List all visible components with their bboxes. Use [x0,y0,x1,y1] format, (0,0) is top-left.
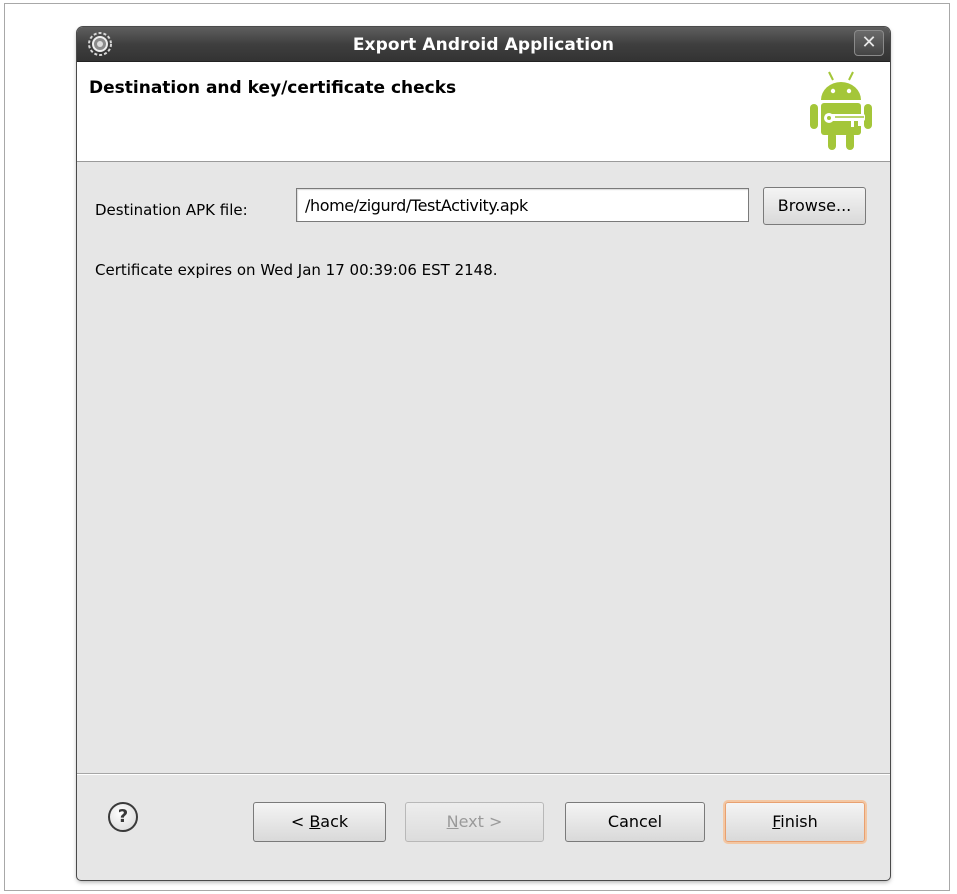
footer-separator [77,773,890,775]
title-bar[interactable]: Export Android Application ✕ [77,27,890,62]
finish-button[interactable]: Finish [725,802,865,842]
back-button[interactable]: < Back [253,802,386,842]
help-icon[interactable]: ? [108,802,138,832]
android-key-icon [810,71,872,150]
finish-label-rest: inish [780,812,818,831]
close-button[interactable]: ✕ [854,30,884,56]
next-mnemonic: N [446,812,459,831]
back-label-rest: ack [320,812,349,831]
certificate-expiry-text: Certificate expires on Wed Jan 17 00:39:… [95,261,498,279]
export-dialog: Export Android Application ✕ Destination… [77,27,890,880]
destination-apk-input[interactable] [296,188,749,222]
next-button[interactable]: Next > [405,802,544,842]
destination-label: Destination APK file: [95,201,248,219]
back-prefix: < [290,812,310,831]
next-label-rest: ext > [458,812,503,831]
window-title: Export Android Application [352,35,615,55]
cancel-button[interactable]: Cancel [565,802,705,842]
browse-button[interactable]: Browse... [763,187,866,225]
wizard-header: Destination and key/certificate checks [77,62,890,162]
back-mnemonic: B [309,812,321,831]
close-icon: ✕ [861,32,877,53]
page-title: Destination and key/certificate checks [89,78,457,98]
